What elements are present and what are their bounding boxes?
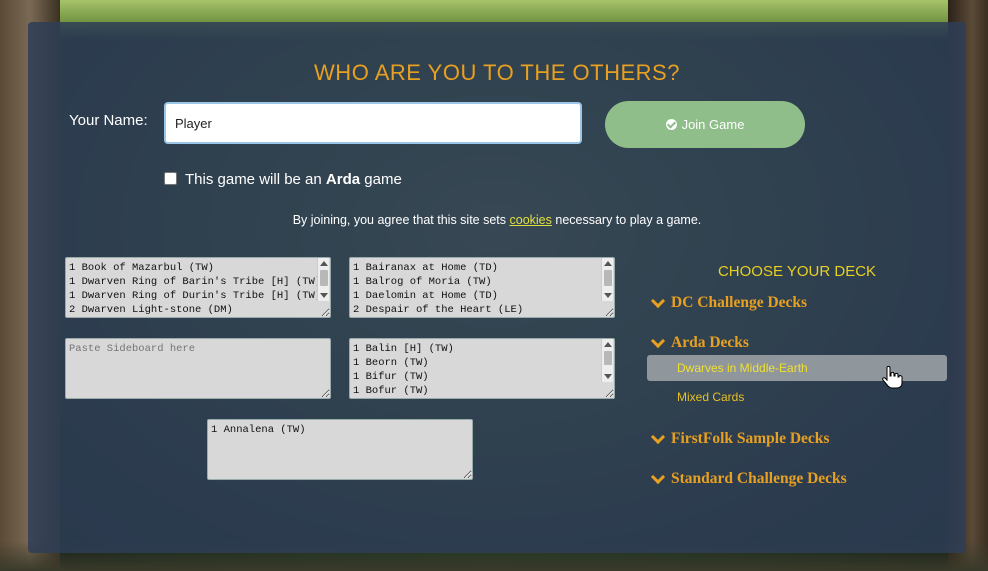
deck-group-label: Standard Challenge Decks bbox=[671, 470, 847, 487]
page-title: WHO ARE YOU TO THE OTHERS? bbox=[314, 60, 680, 85]
chevron-down-icon bbox=[650, 469, 666, 485]
scroll-thumb[interactable] bbox=[320, 270, 328, 286]
arda-checkbox[interactable] bbox=[164, 172, 177, 185]
hand-pointer-icon bbox=[882, 365, 903, 389]
deck-group-label: Arda Decks bbox=[671, 334, 749, 351]
arda-checkbox-label[interactable]: This game will be an Arda game bbox=[185, 171, 402, 188]
scroll-up-icon[interactable] bbox=[320, 261, 328, 266]
cookie-notice: By joining, you agree that this site set… bbox=[28, 213, 966, 227]
deck-group-standard-challenge[interactable]: Standard Challenge Decks bbox=[650, 469, 847, 488]
scroll-up-icon[interactable] bbox=[604, 261, 612, 266]
resources-textarea[interactable]: 1 Book of Mazarbul (TW) 1 Dwarven Ring o… bbox=[65, 257, 331, 318]
cookie-notice-before: By joining, you agree that this site set… bbox=[292, 213, 510, 227]
arda-label-suffix: game bbox=[360, 171, 402, 188]
sideboard-textarea[interactable] bbox=[65, 338, 331, 399]
chevron-down-icon bbox=[650, 429, 666, 445]
cookies-link[interactable]: cookies bbox=[510, 213, 552, 227]
cookie-notice-after: necessary to play a game. bbox=[551, 213, 702, 227]
deck-group-dc-challenge[interactable]: DC Challenge Decks bbox=[650, 293, 808, 312]
name-label: Your Name: bbox=[69, 112, 148, 129]
deck-group-firstfolk[interactable]: FirstFolk Sample Decks bbox=[650, 429, 830, 448]
scroll-up-icon[interactable] bbox=[604, 342, 612, 347]
choose-deck-heading: CHOOSE YOUR DECK bbox=[717, 263, 877, 280]
deck-group-label: DC Challenge Decks bbox=[671, 294, 808, 311]
scroll-down-icon[interactable] bbox=[604, 374, 612, 379]
characters-textarea[interactable]: 1 Balin [H] (TW) 1 Beorn (TW) 1 Bifur (T… bbox=[349, 338, 615, 399]
chevron-down-icon bbox=[650, 333, 666, 349]
pool-textarea[interactable]: 1 Annalena (TW) bbox=[207, 419, 473, 480]
name-input[interactable] bbox=[164, 102, 582, 144]
join-game-button[interactable]: Join Game bbox=[605, 101, 805, 148]
arda-label-bold: Arda bbox=[325, 171, 361, 188]
deck-group-arda[interactable]: Arda Decks bbox=[650, 333, 749, 352]
join-game-label: Join Game bbox=[681, 117, 745, 132]
scroll-down-icon[interactable] bbox=[604, 293, 612, 298]
scroll-down-icon[interactable] bbox=[320, 293, 328, 298]
check-circle-icon bbox=[665, 119, 677, 130]
scroll-thumb[interactable] bbox=[604, 351, 612, 365]
arda-label-prefix: This game will be an bbox=[185, 171, 326, 188]
hazards-scrollbar[interactable] bbox=[601, 258, 613, 301]
chevron-down-icon bbox=[650, 293, 666, 309]
deck-item-mixed-cards[interactable]: Mixed Cards bbox=[677, 390, 744, 404]
deck-group-label: FirstFolk Sample Decks bbox=[671, 430, 830, 447]
resources-scrollbar[interactable] bbox=[317, 258, 329, 301]
join-panel: WHO ARE YOU TO THE OTHERS? Your Name: Jo… bbox=[28, 22, 966, 553]
characters-scrollbar[interactable] bbox=[601, 339, 613, 382]
scroll-thumb[interactable] bbox=[604, 270, 612, 286]
hazards-textarea[interactable]: 1 Bairanax at Home (TD) 1 Balrog of Mori… bbox=[349, 257, 615, 318]
